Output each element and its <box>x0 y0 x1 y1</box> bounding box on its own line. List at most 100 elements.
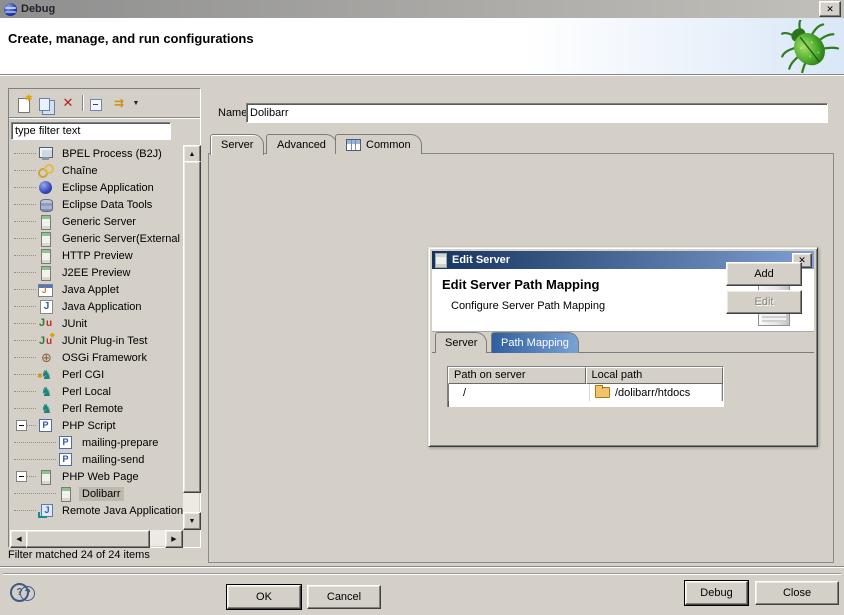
folder-icon <box>595 387 610 398</box>
horizontal-scroll-thumb[interactable] <box>26 530 150 548</box>
dialog-heading: Edit Server Path Mapping <box>442 277 599 292</box>
perl-icon: ♞ <box>38 402 55 416</box>
new-configuration-button[interactable] <box>13 93 35 113</box>
dialog-header-banner: Create, manage, and run configurations <box>0 18 844 74</box>
tree-item-remote-java-application[interactable]: Remote Java Application <box>10 502 183 519</box>
tree-vertical-scrollbar[interactable]: ▲ ▼ <box>183 145 199 530</box>
duplicate-configuration-button[interactable] <box>35 93 57 113</box>
filter-input-wrap <box>11 122 171 140</box>
expander-minus-icon[interactable] <box>16 420 27 431</box>
scroll-down-button[interactable]: ▼ <box>183 512 201 530</box>
server-icon <box>58 487 75 501</box>
tree-item-eclipse-application[interactable]: Eclipse Application <box>10 179 183 196</box>
toolbar-menu-button[interactable]: ▼ <box>130 93 142 113</box>
delete-icon: ✕ <box>63 95 74 111</box>
type-filter-input[interactable] <box>12 123 170 139</box>
process-icon <box>38 147 55 161</box>
tab-server[interactable]: Server <box>210 134 264 155</box>
tree-item-chaine[interactable]: Chaîne <box>10 162 183 179</box>
keys-icon <box>38 164 55 178</box>
tree-item-bpel-process[interactable]: BPEL Process (B2J) <box>10 145 183 162</box>
tab-common[interactable]: Common <box>335 134 422 154</box>
server-icon <box>38 266 55 280</box>
tree-item-mailing-prepare[interactable]: mailing-prepare <box>10 434 183 451</box>
gear-icon: ✱ <box>37 370 43 384</box>
osgi-icon: ⊕ <box>38 351 55 365</box>
cell-local-path: /dolibarr/htdocs <box>590 384 722 401</box>
perl-cgi-icon: ♞✱ <box>38 368 55 382</box>
footer-separator <box>0 566 844 568</box>
tree-item-generic-server[interactable]: Generic Server <box>10 213 183 230</box>
filter-launch-configurations-button[interactable]: ⇉ <box>108 93 130 113</box>
tree-item-generic-server-external[interactable]: Generic Server(External La <box>10 230 183 247</box>
remote-java-icon <box>38 504 55 518</box>
table-header-row: Path on server Local path <box>448 367 723 384</box>
duplicate-icon <box>37 96 54 110</box>
eclipse-sphere-icon <box>38 181 55 195</box>
add-mapping-button[interactable]: Add <box>726 262 802 286</box>
path-mapping-panel: Path on server Local path / /dolibarr/ht… <box>432 352 814 407</box>
tree-item-java-applet[interactable]: Java Applet <box>10 281 183 298</box>
database-icon <box>38 198 55 212</box>
server-icon <box>38 249 55 263</box>
window-close-button[interactable]: ✕ <box>819 1 841 17</box>
tree-item-perl-cgi[interactable]: ♞✱Perl CGI <box>10 366 183 383</box>
name-field-wrap <box>246 103 828 123</box>
dialog-tab-server[interactable]: Server <box>435 332 487 353</box>
name-input[interactable] <box>247 104 827 122</box>
vertical-scroll-thumb[interactable] <box>183 161 201 493</box>
filter-icon: ⇉ <box>114 96 124 110</box>
sidebar-toolbar: ✕ ⇉ ▼ <box>9 89 200 118</box>
dialog-help-button[interactable]: ? <box>20 586 35 601</box>
tree-item-mailing-send[interactable]: mailing-send <box>10 451 183 468</box>
scroll-right-button[interactable]: ▶ <box>165 530 183 548</box>
edit-server-dialog: Edit Server ✕ Edit Server Path Mapping C… <box>428 247 818 447</box>
menu-dropdown-icon: ▼ <box>133 100 140 107</box>
tree-item-j2ee-preview[interactable]: J2EE Preview <box>10 264 183 281</box>
scroll-left-icon: ◀ <box>16 535 21 543</box>
php-icon <box>38 419 55 433</box>
tree-item-php-web-page[interactable]: PHP Web Page <box>10 468 183 485</box>
collapse-all-icon <box>88 96 105 110</box>
tab-advanced[interactable]: Advanced <box>266 134 337 154</box>
debug-configurations-window: Debug ✕ Create, manage, and run configur… <box>0 0 844 615</box>
window-titlebar[interactable]: Debug ✕ <box>0 0 844 18</box>
tree-item-perl-local[interactable]: ♞Perl Local <box>10 383 183 400</box>
delete-configuration-button[interactable]: ✕ <box>57 93 79 113</box>
expander-minus-icon[interactable] <box>16 471 27 482</box>
tree-horizontal-scrollbar[interactable]: ◀ ▶ <box>10 530 183 546</box>
debug-bug-icon <box>774 20 840 73</box>
window-title: Debug <box>21 3 55 15</box>
scroll-up-icon: ▲ <box>189 151 196 158</box>
tree-item-junit-plugin-test[interactable]: ◆JUnit Plug-in Test <box>10 332 183 349</box>
dialog-button-bar: ? OK Cancel <box>3 573 841 612</box>
banner-title: Create, manage, and run configurations <box>8 31 254 46</box>
column-local-path[interactable]: Local path <box>586 367 724 384</box>
edit-mapping-button[interactable]: Edit <box>726 290 802 314</box>
tree-item-junit[interactable]: JUnit <box>10 315 183 332</box>
tree-item-java-application[interactable]: Java Application <box>10 298 183 315</box>
scroll-down-icon: ▼ <box>189 518 196 525</box>
scrollbar-corner <box>183 530 199 546</box>
server-icon <box>38 232 55 246</box>
configurations-sidebar: ✕ ⇉ ▼ BPEL Process (B2J) Chaîne Eclipse … <box>8 88 201 548</box>
tree-item-eclipse-data-tools[interactable]: Eclipse Data Tools <box>10 196 183 213</box>
ok-button[interactable]: OK <box>227 585 301 609</box>
tree-item-dolibarr[interactable]: Dolibarr <box>10 485 183 502</box>
dialog-tab-path-mapping[interactable]: Path Mapping <box>491 332 579 353</box>
tree-item-perl-remote[interactable]: ♞Perl Remote <box>10 400 183 417</box>
configurations-tree: BPEL Process (B2J) Chaîne Eclipse Applic… <box>10 145 183 530</box>
tree-item-php-script[interactable]: PHP Script <box>10 417 183 434</box>
help-icon: ? <box>24 588 30 599</box>
java-applet-icon <box>38 283 55 297</box>
cancel-button[interactable]: Cancel <box>307 585 381 609</box>
collapse-all-button[interactable] <box>86 93 108 113</box>
filter-status-text: Filter matched 24 of 24 items <box>8 549 150 561</box>
column-path-on-server[interactable]: Path on server <box>448 367 586 384</box>
table-row[interactable]: / /dolibarr/htdocs <box>448 384 723 401</box>
new-config-icon <box>15 96 32 110</box>
tree-item-osgi-framework[interactable]: ⊕OSGi Framework <box>10 349 183 366</box>
edit-server-title: Edit Server <box>452 254 510 266</box>
tree-item-http-preview[interactable]: HTTP Preview <box>10 247 183 264</box>
eclipse-logo-icon <box>4 3 17 16</box>
